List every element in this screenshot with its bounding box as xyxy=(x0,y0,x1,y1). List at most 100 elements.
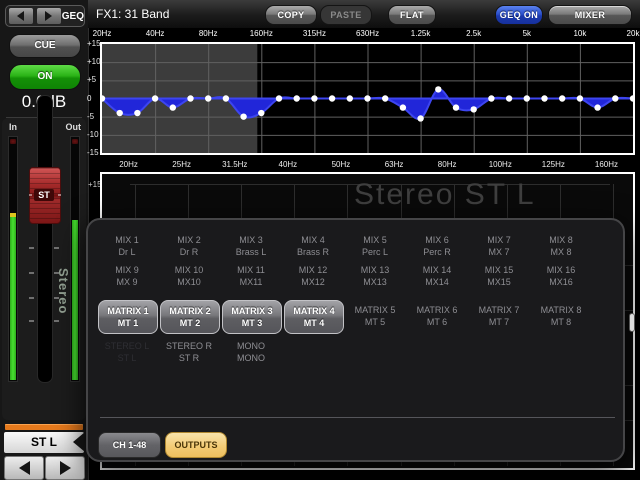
paste-button[interactable]: PASTE xyxy=(320,5,372,25)
channel-watermark: Stereo ST L xyxy=(354,178,536,212)
geq-header-bar: FX1: 31 Band COPY PASTE FLAT GEQ ON MIXE… xyxy=(88,0,640,28)
geq-band-dot-10k[interactable] xyxy=(577,95,583,101)
fader-tick xyxy=(54,247,59,249)
tab-outputs[interactable]: OUTPUTS xyxy=(165,432,227,458)
channel-select-item-matrix-4[interactable]: MATRIX 4MT 4 xyxy=(284,300,344,334)
popup-scrollbar-thumb[interactable] xyxy=(629,313,635,332)
channel-select-item-matrix-5[interactable]: MATRIX 5MT 5 xyxy=(344,304,406,328)
channel-select-item-mix-1[interactable]: MIX 1Dr L xyxy=(96,234,158,258)
channel-select-item-mix-12[interactable]: MIX 12MX12 xyxy=(282,264,344,288)
cue-button[interactable]: CUE xyxy=(9,34,81,58)
channel-select-item-matrix-1[interactable]: MATRIX 1MT 1 xyxy=(98,300,158,334)
channel-select-item-mix-14[interactable]: MIX 14MX14 xyxy=(406,264,468,288)
band-label: 20Hz xyxy=(119,160,138,169)
fader-track[interactable] xyxy=(37,95,53,383)
channel-select-item-mix-2[interactable]: MIX 2Dr R xyxy=(158,234,220,258)
channel-select-item-mix-10[interactable]: MIX 10MX10 xyxy=(158,264,220,288)
channel-select-item-mix-16[interactable]: MIX 16MX16 xyxy=(530,264,592,288)
channel-select-item-matrix-6[interactable]: MATRIX 6MT 6 xyxy=(406,304,468,328)
fader-tick xyxy=(54,272,59,274)
channel-select-popup: MIX 1Dr LMIX 2Dr RMIX 3Brass LMIX 4Brass… xyxy=(86,218,625,462)
geq-band-dot-8k[interactable] xyxy=(559,95,565,101)
geq-band-dot-160[interactable] xyxy=(258,110,264,116)
cap-dash xyxy=(58,194,61,196)
input-level-meter xyxy=(8,136,18,382)
fader-tick xyxy=(29,297,34,299)
geq-band-dot-12.5k[interactable] xyxy=(594,104,600,110)
flat-button[interactable]: FLAT xyxy=(388,5,436,25)
left-arrow-icon xyxy=(17,11,24,21)
tag-notch xyxy=(73,432,85,452)
geq-band-dot-2.5k[interactable] xyxy=(471,106,477,112)
geq-band-dot-80[interactable] xyxy=(205,95,211,101)
channel-select-item-mix-13[interactable]: MIX 13MX13 xyxy=(344,264,406,288)
geq-band-dot-16k[interactable] xyxy=(612,95,618,101)
channel-select-item-mix-8[interactable]: MIX 8MX 8 xyxy=(530,234,592,258)
channel-select-item-matrix-8[interactable]: MATRIX 8MT 8 xyxy=(530,304,592,328)
fader-handle[interactable]: ST xyxy=(29,167,61,224)
on-button[interactable]: ON xyxy=(9,64,81,90)
fader-tick xyxy=(54,320,59,322)
geq-band-dot-25[interactable] xyxy=(117,110,123,116)
freq-axis-label: 5k xyxy=(523,29,531,38)
geq-band-dot-3.15k[interactable] xyxy=(488,95,494,101)
geq-band-dot-100[interactable] xyxy=(223,95,229,101)
geq-band-dot-40[interactable] xyxy=(152,95,158,101)
geq-nav-group: GEQ xyxy=(5,5,85,27)
channel-select-item-mix-3[interactable]: MIX 3Brass L xyxy=(220,234,282,258)
channel-id-text: ST L xyxy=(31,435,57,449)
geq-band-dot-630[interactable] xyxy=(364,95,370,101)
mixer-button[interactable]: MIXER xyxy=(548,5,632,25)
geq-band-dot-500[interactable] xyxy=(347,95,353,101)
geq-band-dot-1.6k[interactable] xyxy=(435,86,441,92)
freq-axis-label: 2.5k xyxy=(466,29,481,38)
copy-button[interactable]: COPY xyxy=(265,5,317,25)
freq-axis-label: 315Hz xyxy=(303,29,326,38)
clip-led xyxy=(10,139,16,144)
channel-select-item-matrix-2[interactable]: MATRIX 2MT 2 xyxy=(160,300,220,334)
geq-band-dot-800[interactable] xyxy=(382,95,388,101)
right-arrow-icon xyxy=(60,461,71,475)
geq-band-dot-2k[interactable] xyxy=(453,104,459,110)
geq-band-dot-6.3k[interactable] xyxy=(541,95,547,101)
channel-select-item-mix-11[interactable]: MIX 11MX11 xyxy=(220,264,282,288)
prev-channel-button[interactable] xyxy=(4,456,44,480)
channel-select-item-mono[interactable]: MONOMONO xyxy=(220,340,282,364)
channel-select-item-mix-15[interactable]: MIX 15MX15 xyxy=(468,264,530,288)
geq-curve-editor[interactable] xyxy=(100,42,635,155)
geq-band-dot-63[interactable] xyxy=(187,95,193,101)
tab-ch-1-48[interactable]: CH 1-48 xyxy=(98,432,161,458)
channel-select-item-mix-9[interactable]: MIX 9MX 9 xyxy=(96,264,158,288)
geq-band-dot-125[interactable] xyxy=(240,113,246,119)
gain-axis-label: -10 xyxy=(87,130,99,139)
freq-axis-label: 10k xyxy=(573,29,586,38)
channel-select-item-mix-5[interactable]: MIX 5Perc L xyxy=(344,234,406,258)
geq-band-dot-5k[interactable] xyxy=(524,95,530,101)
next-geq-button[interactable] xyxy=(36,7,62,25)
geq-on-button[interactable]: GEQ ON xyxy=(495,5,543,25)
channel-select-item-mix-7[interactable]: MIX 7MX 7 xyxy=(468,234,530,258)
band-label: 160Hz xyxy=(595,160,618,169)
channel-select-item-matrix-3[interactable]: MATRIX 3MT 3 xyxy=(222,300,282,334)
channel-select-item-stereo-r[interactable]: STEREO RST R xyxy=(158,340,220,364)
channel-select-item-matrix-7[interactable]: MATRIX 7MT 7 xyxy=(468,304,530,328)
fader-tick xyxy=(54,297,59,299)
fader-cap-label: ST xyxy=(34,189,54,201)
geq-band-dot-1.25k[interactable] xyxy=(417,115,423,121)
geq-band-dot-400[interactable] xyxy=(329,95,335,101)
prev-geq-button[interactable] xyxy=(8,7,34,25)
geq-band-dot-200[interactable] xyxy=(276,95,282,101)
freq-axis-label: 80Hz xyxy=(199,29,218,38)
next-channel-button[interactable] xyxy=(45,456,85,480)
geq-band-dot-4k[interactable] xyxy=(506,95,512,101)
geq-band-dot-50[interactable] xyxy=(170,104,176,110)
geq-band-dot-250[interactable] xyxy=(294,95,300,101)
geq-band-dot-315[interactable] xyxy=(311,95,317,101)
geq-band-dot-1k[interactable] xyxy=(400,104,406,110)
band-label: 25Hz xyxy=(172,160,191,169)
channel-select-item-mix-4[interactable]: MIX 4Brass R xyxy=(282,234,344,258)
geq-band-dot-31.5[interactable] xyxy=(134,110,140,116)
channel-select-item-mix-6[interactable]: MIX 6Perc R xyxy=(406,234,468,258)
band-label: 63Hz xyxy=(385,160,404,169)
channel-select-item-stereo-l[interactable]: STEREO LST L xyxy=(96,340,158,364)
